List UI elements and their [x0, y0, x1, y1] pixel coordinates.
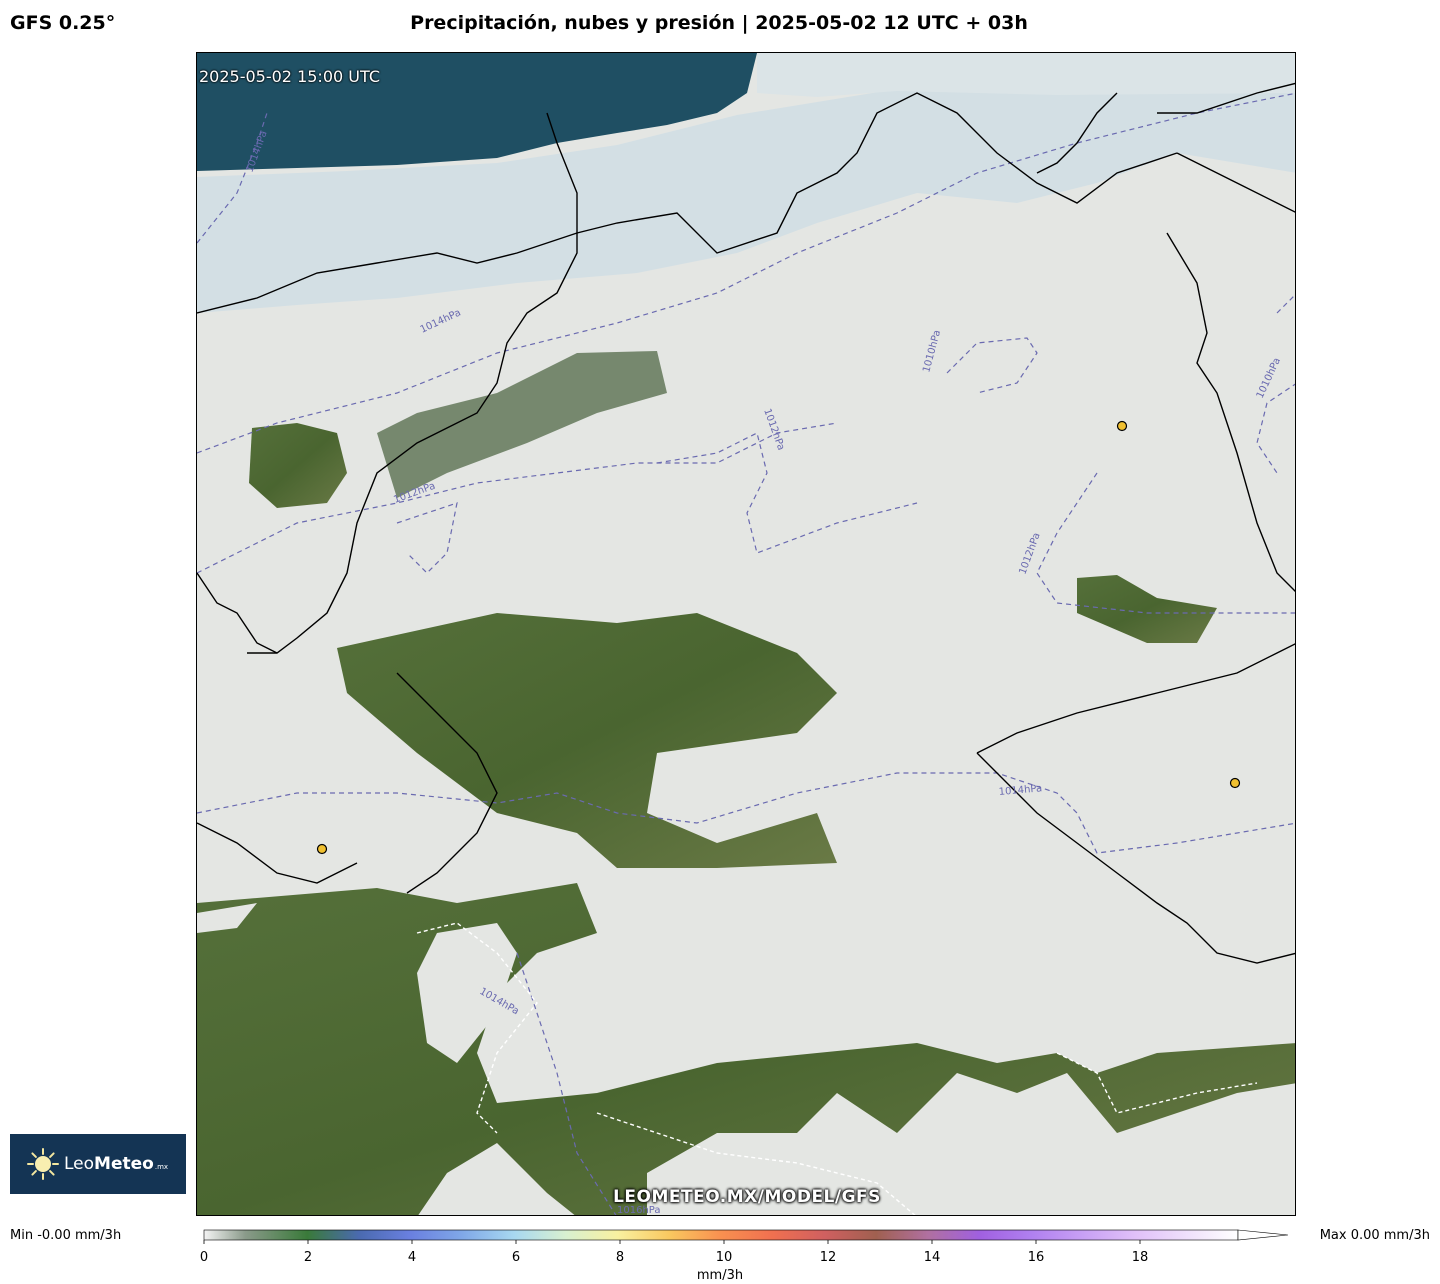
logo-name-light: Leo: [64, 1154, 95, 1174]
weather-map[interactable]: 1014hPa 1014hPa 1012hPa 1012hPa 1012hPa …: [196, 52, 1296, 1216]
valid-time-label: 2025-05-02 15:00 UTC: [199, 67, 380, 86]
colorbar-ticks: [203, 1240, 1141, 1244]
watermark-text: LEOMETEO.MX/MODEL/GFS: [613, 1187, 881, 1207]
leometeo-logo[interactable]: LeoMeteo.mx: [10, 1134, 186, 1194]
min-value-label: Min -0.00 mm/3h: [10, 1228, 122, 1243]
chart-title: Precipitación, nubes y presión | 2025-05…: [410, 12, 1028, 34]
colorbar-tick-label: 0: [199, 1250, 209, 1265]
logo-suffix: .mx: [154, 1163, 169, 1171]
sea-cloud-top: [757, 53, 1295, 97]
colorbar-tick-label: 16: [1027, 1250, 1045, 1265]
max-value-label: Max 0.00 mm/3h: [1319, 1228, 1430, 1243]
city-marker[interactable]: [316, 843, 328, 855]
city-marker[interactable]: [1116, 420, 1128, 432]
colorbar-tick-label: 6: [511, 1250, 521, 1265]
colorbar-tick-label: 4: [407, 1250, 417, 1265]
colorbar-unit-label: mm/3h: [696, 1268, 744, 1283]
city-marker[interactable]: [1229, 777, 1241, 789]
model-label: GFS 0.25°: [10, 12, 116, 34]
colorbar: [203, 1229, 1289, 1244]
colorbar-tick-label: 8: [615, 1250, 625, 1265]
logo-text: LeoMeteo.mx: [64, 1154, 168, 1174]
map-canvas: 1014hPa 1014hPa 1012hPa 1012hPa 1012hPa …: [197, 53, 1295, 1215]
colorbar-tick-label: 14: [923, 1250, 941, 1265]
colorbar-tick-label: 18: [1131, 1250, 1149, 1265]
colorbar-tick-label: 10: [715, 1250, 733, 1265]
colorbar-tick-label: 12: [819, 1250, 837, 1265]
logo-name-bold: Meteo: [94, 1154, 154, 1174]
colorbar-tick-label: 2: [303, 1250, 313, 1265]
sun-icon: [27, 1148, 59, 1180]
